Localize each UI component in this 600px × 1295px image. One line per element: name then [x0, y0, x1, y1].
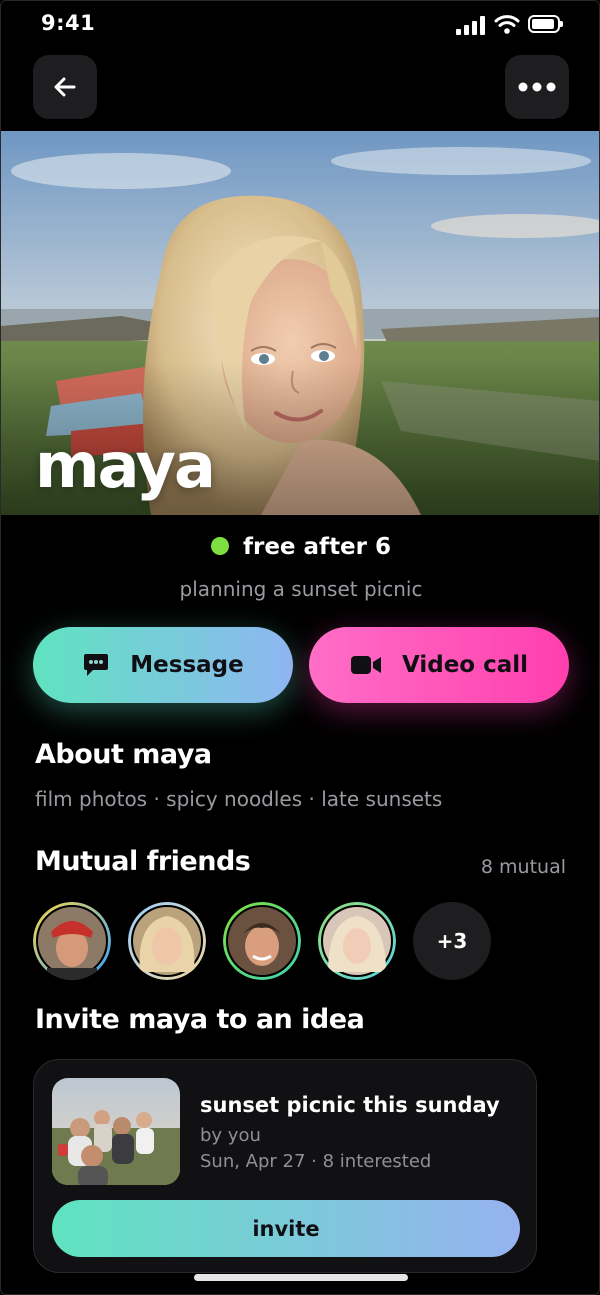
about-interests: film photos · spicy noodles · late sunse…	[35, 787, 443, 811]
idea-title: sunset picnic this sunday	[200, 1093, 500, 1117]
arrow-left-icon	[54, 77, 76, 97]
profile-name: maya	[35, 429, 216, 502]
availability-status: free after 6	[1, 534, 599, 560]
home-indicator[interactable]	[194, 1274, 408, 1281]
invite-heading: Invite maya to an idea	[35, 1004, 365, 1035]
mutual-friend-avatar[interactable]	[223, 902, 301, 980]
video-call-button[interactable]: Video call	[309, 627, 569, 703]
mutual-friend-avatar[interactable]	[128, 902, 206, 980]
mutual-friend-avatar[interactable]	[318, 902, 396, 980]
mutual-friends-heading: Mutual friends	[35, 846, 251, 877]
status-time: 9:41	[41, 11, 96, 35]
mutual-friends-count[interactable]: 8 mutual	[481, 856, 566, 878]
invite-button[interactable]: invite	[52, 1200, 520, 1257]
more-options-button[interactable]	[505, 55, 569, 119]
idea-author: by you	[200, 1125, 261, 1146]
cellular-signal-icon	[456, 15, 486, 35]
wifi-icon	[494, 15, 520, 34]
availability-text: free after 6	[242, 534, 392, 560]
message-button-label: Message	[130, 652, 244, 678]
idea-card[interactable]: sunset picnic this sunday by you Sun, Ap…	[33, 1059, 537, 1273]
video-camera-icon	[350, 654, 382, 676]
mutual-friend-avatar[interactable]	[33, 902, 111, 980]
current-activity: planning a sunset picnic	[179, 577, 423, 601]
about-heading: About maya	[35, 739, 212, 770]
more-mutual-friends-button[interactable]: +3	[413, 902, 491, 980]
online-status-dot	[210, 536, 229, 555]
message-button[interactable]: Message	[33, 627, 293, 703]
status-bar: 9:41	[1, 1, 599, 49]
back-button[interactable]	[33, 55, 97, 119]
battery-icon	[528, 15, 563, 33]
video-call-button-label: Video call	[401, 652, 529, 678]
phone-frame: 9:41 maya free after 6 planning a sunset…	[0, 0, 600, 1295]
chat-bubble-icon	[82, 652, 110, 678]
idea-date-interest: Sun, Apr 27 · 8 interested	[200, 1151, 432, 1172]
ellipsis-icon	[518, 82, 556, 92]
idea-thumbnail	[52, 1078, 180, 1185]
